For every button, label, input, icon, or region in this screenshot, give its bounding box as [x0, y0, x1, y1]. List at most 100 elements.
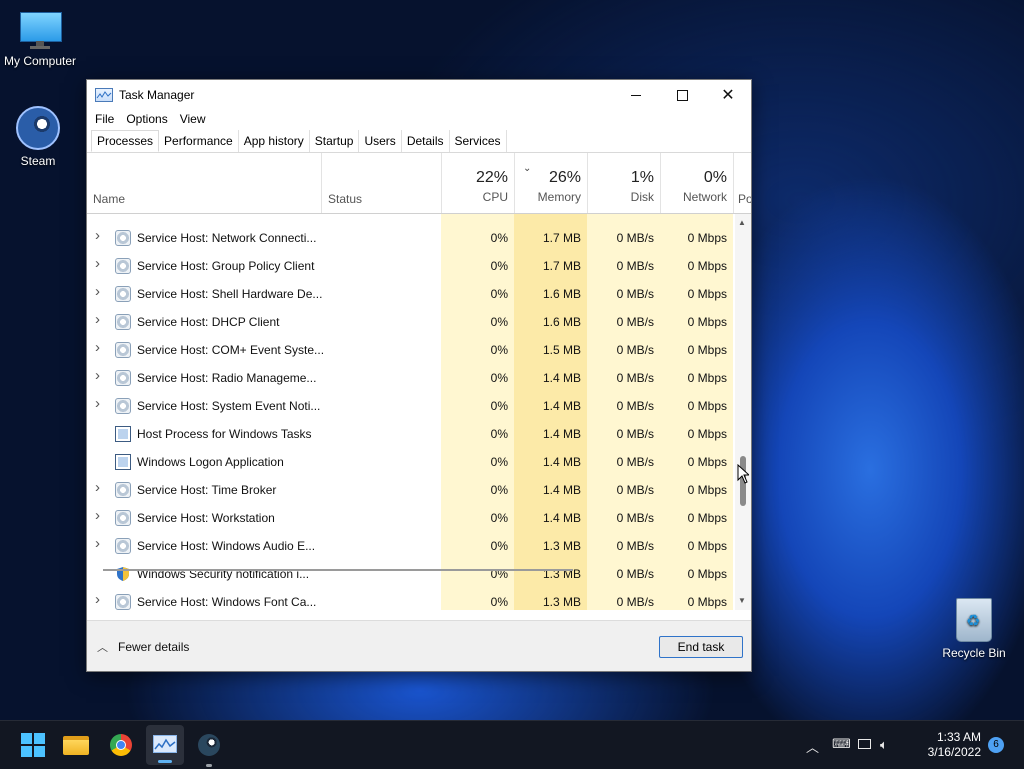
desktop-icon-my-computer[interactable]: My Computer [0, 10, 80, 68]
fewer-details-button[interactable]: ︿ Fewer details [97, 639, 189, 655]
process-memory-value: 1.6 MB [542, 287, 581, 301]
disk-total: 1% [630, 169, 654, 186]
gear-icon [115, 370, 131, 386]
column-header-disk[interactable]: 1% Disk [587, 153, 660, 213]
process-cpu-value: 0% [490, 315, 508, 329]
tab-services[interactable]: Services [450, 130, 507, 152]
active-app-indicator [158, 760, 172, 763]
expand-chevron-icon[interactable]: › [95, 535, 105, 552]
chrome-button[interactable] [107, 731, 135, 759]
steam-taskbar-button[interactable] [195, 731, 223, 767]
gear-icon [115, 510, 131, 526]
disk-label: Disk [630, 190, 654, 204]
process-row[interactable]: › Service Host: Workstation 0% 1.4 MB 0 MB/s… [87, 504, 733, 532]
menu-file[interactable]: File [89, 110, 120, 130]
process-row[interactable]: › Service Host: Windows Font Ca... 0% 1.3 M… [87, 588, 733, 610]
scroll-down-icon[interactable]: ▼ [738, 596, 746, 605]
process-row[interactable]: › Service Host: COM+ Event Syste... 0% 1.5 … [87, 336, 733, 364]
process-row[interactable]: › Service Host: Network Connecti... 0% 1.7 … [87, 224, 733, 252]
process-network-value: 0 Mbps [687, 539, 727, 553]
tab-processes[interactable]: Processes [91, 130, 160, 152]
title-bar[interactable]: Task Manager ✕ [87, 80, 751, 110]
desktop-icon-steam[interactable]: Steam [0, 106, 78, 168]
process-memory-value: 1.4 MB [542, 455, 581, 469]
memory-total: 26% [548, 169, 581, 186]
column-header-name[interactable]: Name [93, 192, 125, 206]
start-button[interactable] [19, 731, 47, 759]
column-header-network[interactable]: 0% Network [660, 153, 733, 213]
expand-chevron-icon[interactable]: › [95, 367, 105, 384]
menu-bar: File Options View [87, 110, 751, 130]
expand-chevron-icon[interactable]: › [95, 311, 105, 328]
tab-performance[interactable]: Performance [159, 130, 239, 152]
process-memory-value: 1.4 MB [542, 371, 581, 385]
expand-chevron-icon[interactable]: › [95, 339, 105, 356]
process-network-value: 0 Mbps [687, 343, 727, 357]
expand-chevron-icon[interactable]: › [95, 479, 105, 496]
task-manager-window: Task Manager ✕ File Options View Process… [86, 79, 752, 672]
volume-icon[interactable]: 🔈︎ [880, 737, 888, 753]
horizontal-scrollbar[interactable] [87, 565, 751, 575]
horizontal-scroll-thumb[interactable] [103, 569, 573, 571]
end-task-button[interactable]: End task [659, 636, 743, 658]
process-cpu-value: 0% [490, 399, 508, 413]
minimize-button[interactable] [613, 80, 659, 110]
tab-details[interactable]: Details [402, 130, 450, 152]
clock[interactable]: 1:33 AM 3/16/2022 [928, 730, 981, 760]
keyboard-icon[interactable]: ⌨ [832, 736, 851, 752]
expand-chevron-icon[interactable]: › [95, 255, 105, 272]
process-memory-value: 1.3 MB [542, 595, 581, 609]
gear-icon [115, 286, 131, 302]
process-row[interactable]: Windows Logon Application 0% 1.4 MB 0 MB/s 0… [87, 448, 733, 476]
close-button[interactable]: ✕ [705, 80, 751, 110]
process-name: Service Host: Time Broker [137, 483, 277, 497]
expand-chevron-icon[interactable]: › [95, 227, 105, 244]
process-cpu-value: 0% [490, 483, 508, 497]
tab-app-history[interactable]: App history [239, 130, 310, 152]
footer-bar: ︿ Fewer details End task [87, 620, 751, 671]
column-header-cpu[interactable]: 22% CPU [441, 153, 514, 213]
expand-chevron-icon[interactable]: › [95, 283, 105, 300]
process-memory-value: 1.7 MB [542, 231, 581, 245]
process-network-value: 0 Mbps [687, 287, 727, 301]
desktop-icon-recycle-bin[interactable]: ♻ Recycle Bin [934, 598, 1014, 660]
maximize-button[interactable] [659, 80, 705, 110]
scroll-up-icon[interactable]: ▲ [738, 218, 746, 227]
vertical-scrollbar[interactable]: ▲ ▼ [735, 214, 751, 610]
process-row[interactable]: › Service Host: System Event Noti... 0% 1.4… [87, 392, 733, 420]
process-row[interactable]: Host Process for Windows Tasks 0% 1.4 MB 0 … [87, 420, 733, 448]
process-cpu-value: 0% [490, 455, 508, 469]
tab-startup[interactable]: Startup [310, 130, 360, 152]
process-cpu-value: 0% [490, 259, 508, 273]
process-name: Service Host: Workstation [137, 511, 275, 525]
process-row[interactable]: › Service Host: Radio Manageme... 0% 1.4 MB… [87, 364, 733, 392]
process-row[interactable]: › Service Host: Windows Audio E... 0% 1.3 M… [87, 532, 733, 560]
desktop-icon-label: My Computer [3, 54, 77, 68]
running-app-indicator [206, 764, 212, 767]
process-disk-value: 0 MB/s [616, 343, 654, 357]
menu-options[interactable]: Options [120, 110, 173, 130]
show-hidden-icons-chevron-up-icon[interactable]: ︿ [806, 737, 819, 756]
column-header-memory[interactable]: 26% Memory [514, 153, 587, 213]
process-row[interactable]: › Service Host: Time Broker 0% 1.4 MB 0 MB/s… [87, 476, 733, 504]
process-row[interactable]: › Service Host: Shell Hardware De... 0% 1.6… [87, 280, 733, 308]
network-icon[interactable] [858, 737, 871, 752]
expand-chevron-icon[interactable]: › [95, 395, 105, 412]
process-name: Service Host: COM+ Event Syste... [137, 343, 325, 357]
process-cpu-value: 0% [490, 371, 508, 385]
process-name: Service Host: Radio Manageme... [137, 371, 317, 385]
process-row[interactable]: › Service Host: DHCP Client 0% 1.6 MB 0 MB/s… [87, 308, 733, 336]
gear-icon [115, 594, 131, 610]
expand-chevron-icon[interactable]: › [95, 591, 105, 608]
task-manager-taskbar-button[interactable] [146, 725, 184, 765]
notification-badge[interactable]: 6 [988, 737, 1004, 753]
chevron-up-icon: ︿ [97, 642, 108, 654]
process-network-value: 0 Mbps [687, 595, 727, 609]
tab-users[interactable]: Users [359, 130, 402, 152]
process-row[interactable]: › Service Host: Group Policy Client 0% 1.7 … [87, 252, 733, 280]
expand-chevron-icon[interactable]: › [95, 507, 105, 524]
column-header-power[interactable]: Po [733, 153, 751, 213]
menu-view[interactable]: View [174, 110, 212, 130]
process-memory-value: 1.6 MB [542, 315, 581, 329]
file-explorer-button[interactable] [63, 731, 91, 759]
